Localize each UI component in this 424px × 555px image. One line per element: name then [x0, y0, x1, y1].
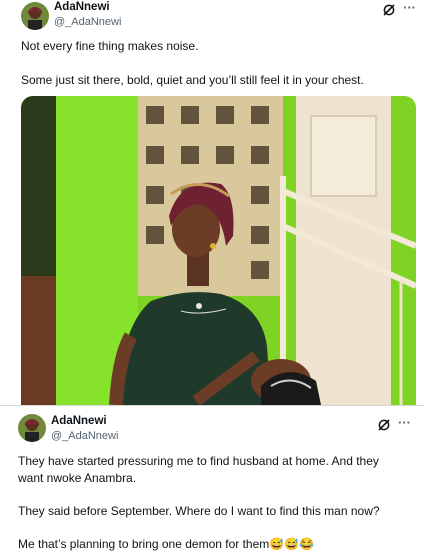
tweet-1: AdaNnewi @_AdaNnewi ··· Not every fine t…: [0, 0, 424, 405]
grok-icon[interactable]: [382, 3, 396, 17]
author-handle[interactable]: @_AdaNnewi: [54, 16, 121, 28]
author-handle[interactable]: @_AdaNnewi: [51, 430, 118, 442]
more-icon[interactable]: ···: [398, 416, 411, 429]
tweet-text-line: want nwoke Anambra.: [18, 471, 137, 485]
more-icon[interactable]: ···: [403, 1, 416, 14]
grok-icon[interactable]: [377, 418, 391, 432]
author-avatar[interactable]: [21, 2, 49, 30]
tweet-2: AdaNnewi @_AdaNnewi ··· They have starte…: [0, 405, 424, 555]
tweet-text-line: They have started pressuring me to find …: [18, 454, 379, 468]
author-name[interactable]: AdaNnewi: [54, 1, 110, 13]
tweet-text-line: Not every fine thing makes noise.: [21, 39, 199, 53]
tweet-text-line: Some just sit there, bold, quiet and you…: [21, 73, 364, 87]
author-avatar[interactable]: [18, 414, 46, 442]
author-name[interactable]: AdaNnewi: [51, 415, 107, 427]
tweet-photo[interactable]: [21, 96, 416, 405]
tweet-text-line: They said before September. Where do I w…: [18, 504, 380, 518]
tweet-text-line: Me that’s planning to bring one demon fo…: [18, 537, 315, 551]
